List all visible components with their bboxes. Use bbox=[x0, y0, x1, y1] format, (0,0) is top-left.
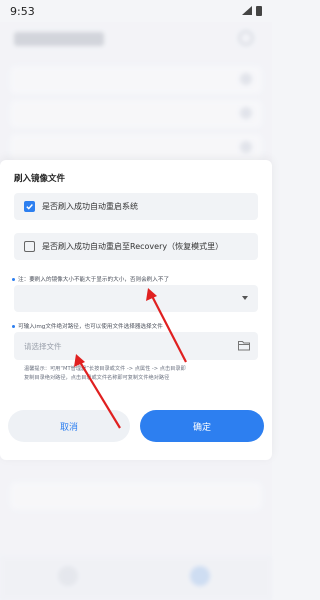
status-time: 9:53 bbox=[10, 4, 35, 18]
checkbox-auto-reboot-system[interactable] bbox=[24, 201, 35, 212]
note-bullet bbox=[12, 324, 15, 328]
tip-line: 复制目录绝对路径，点击目录或文件名称即可复制文件绝对路径 bbox=[24, 374, 170, 381]
wifi-icon bbox=[242, 6, 252, 15]
option-label: 是否刷入成功自动重启至Recovery（恢复模式里） bbox=[42, 242, 224, 251]
cancel-button[interactable]: 取消 bbox=[8, 410, 130, 442]
path-note: 可输入img文件绝对路径，也可以使用文件选择器选择文件 bbox=[12, 322, 163, 330]
dialog-title: 刷入镜像文件 bbox=[14, 174, 66, 184]
size-note-text: 注：要刷入的镜像大小不能大于显示的大小，否则会刷入不了 bbox=[18, 277, 170, 283]
path-note-text: 可输入img文件绝对路径，也可以使用文件选择器选择文件 bbox=[18, 324, 163, 330]
tip-line: 温馨提示：可用“MT管理器”长按目录或文件 -> 点属性 -> 点击目录即 bbox=[24, 366, 186, 372]
tip-text: 温馨提示：可用“MT管理器”长按目录或文件 -> 点属性 -> 点击目录即 复制… bbox=[24, 365, 260, 382]
file-path-input[interactable]: 请选择文件 bbox=[14, 332, 258, 360]
confirm-button[interactable]: 确定 bbox=[140, 410, 264, 442]
option-auto-reboot-recovery[interactable]: 是否刷入成功自动重启至Recovery（恢复模式里） bbox=[14, 233, 258, 260]
partition-select[interactable] bbox=[14, 285, 258, 312]
note-bullet bbox=[12, 277, 15, 281]
option-auto-reboot-system[interactable]: 是否刷入成功自动重启系统 bbox=[14, 193, 258, 220]
checkbox-auto-reboot-recovery[interactable] bbox=[24, 241, 35, 252]
status-bar: 9:53 bbox=[0, 0, 272, 22]
check-icon bbox=[26, 204, 33, 210]
folder-icon[interactable] bbox=[238, 340, 250, 351]
status-icons bbox=[242, 6, 262, 16]
chevron-down-icon bbox=[242, 296, 248, 300]
battery-icon bbox=[256, 6, 262, 16]
file-path-placeholder: 请选择文件 bbox=[24, 342, 62, 351]
flash-image-dialog: 刷入镜像文件 是否刷入成功自动重启系统 是否刷入成功自动重启至Recovery（… bbox=[0, 160, 272, 460]
size-note: 注：要刷入的镜像大小不能大于显示的大小，否则会刷入不了 bbox=[12, 275, 169, 283]
option-label: 是否刷入成功自动重启系统 bbox=[42, 202, 138, 211]
